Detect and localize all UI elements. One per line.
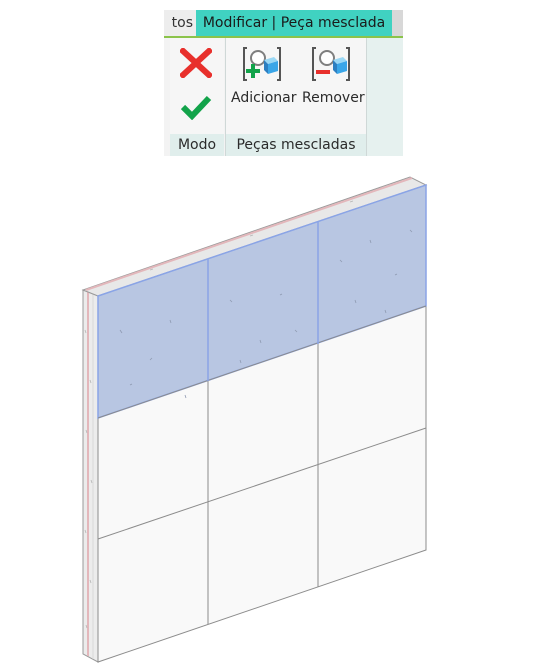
wall-3d-view[interactable] — [0, 0, 544, 669]
wall-side-face — [82, 289, 99, 663]
